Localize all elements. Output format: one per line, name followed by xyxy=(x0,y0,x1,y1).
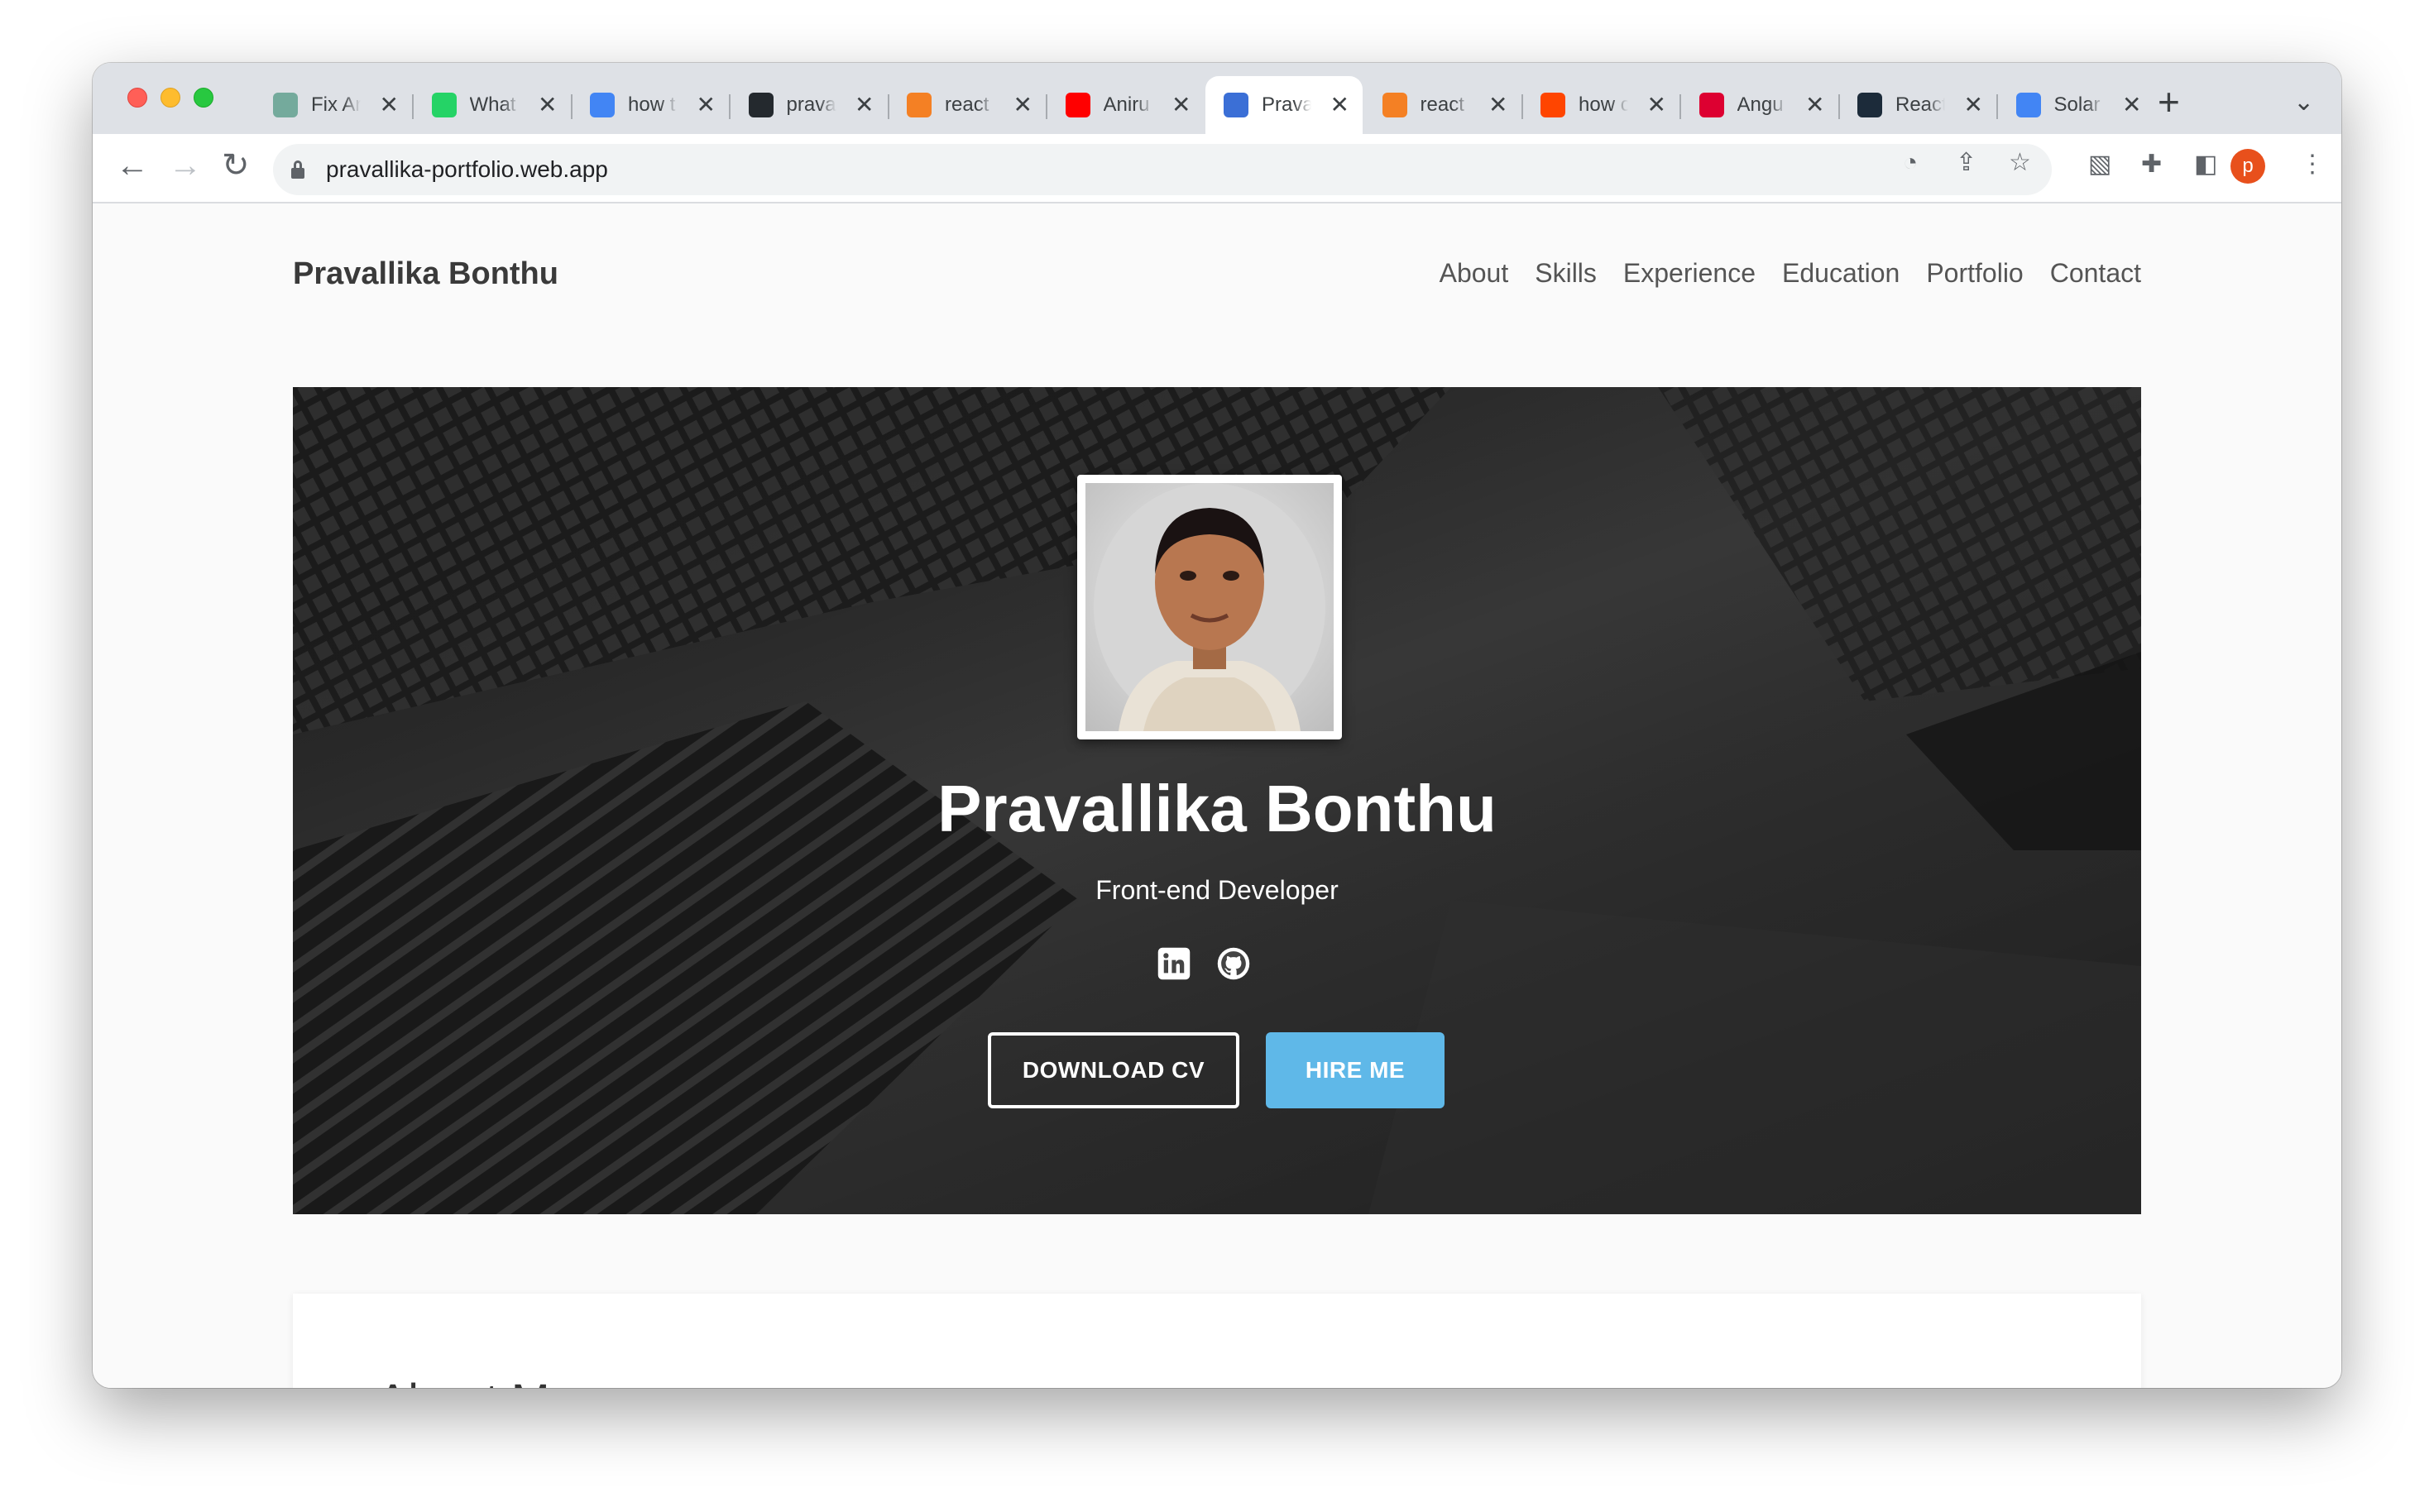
bookmark-star-icon[interactable]: ☆ xyxy=(2009,151,2031,175)
youtube-icon xyxy=(1065,93,1090,117)
about-title: About Me xyxy=(377,1373,576,1388)
tab-search-chevron-icon[interactable]: ⌄ xyxy=(2293,88,2314,117)
tab-title: Fix Ar xyxy=(311,93,361,116)
browser-tab[interactable]: Fix Ar ✕ xyxy=(255,76,412,134)
tab-title: prava xyxy=(786,93,836,116)
new-tab-button[interactable]: + xyxy=(2158,83,2180,121)
react-icon xyxy=(1857,93,1882,117)
github-icon xyxy=(748,93,774,117)
tab-title: how c xyxy=(1579,93,1628,116)
more-menu-icon[interactable]: ⋮ xyxy=(2300,152,2325,177)
chatgpt-icon xyxy=(273,93,298,117)
download-cv-button[interactable]: DOWNLOAD CV xyxy=(988,1032,1239,1108)
stackoverflow-icon xyxy=(1382,93,1407,117)
close-tab-icon[interactable]: ✕ xyxy=(1013,93,1033,117)
reload-icon[interactable]: ↻ xyxy=(222,149,250,182)
browser-toolbar: ← → ↻ pravallika-portfolio.web.app ◔ ⇪ ☆ xyxy=(93,134,2341,203)
close-tab-icon[interactable]: ✕ xyxy=(538,93,557,117)
browser-tab[interactable]: What ✕ xyxy=(414,76,571,134)
close-tab-icon[interactable]: ✕ xyxy=(1805,93,1824,117)
hero-role: Front-end Developer xyxy=(1095,875,1339,905)
nav-link-portfolio[interactable]: Portfolio xyxy=(1926,258,2023,289)
tab-strip: Fix Ar ✕ What ✕ how t ✕ prava ✕ react ✕ Aniru ✕ Prav… xyxy=(93,63,2341,134)
browser-tab[interactable]: React ✕ xyxy=(1839,76,1996,134)
browser-tab[interactable]: how c ✕ xyxy=(1522,76,1679,134)
nav-link-experience[interactable]: Experience xyxy=(1623,258,1756,289)
tab-title: What xyxy=(469,93,516,116)
extension-pen-icon[interactable]: ▧ xyxy=(2088,152,2111,177)
tab-title: Angu xyxy=(1737,93,1784,116)
share-icon[interactable]: ⇪ xyxy=(1956,151,1976,175)
forward-arrow-icon[interactable]: → xyxy=(169,149,202,182)
tab-title: how t xyxy=(628,93,676,116)
close-tab-icon[interactable]: ✕ xyxy=(1171,93,1191,117)
profile-photo-frame xyxy=(1077,475,1342,739)
nav-link-education[interactable]: Education xyxy=(1782,258,1900,289)
close-tab-icon[interactable]: ✕ xyxy=(697,93,716,117)
maximize-window-button[interactable] xyxy=(194,88,213,108)
close-tab-icon[interactable]: ✕ xyxy=(1488,93,1507,117)
address-bar[interactable]: pravallika-portfolio.web.app xyxy=(273,144,2052,195)
browser-window: Fix Ar ✕ What ✕ how t ✕ prava ✕ react ✕ Aniru ✕ Prav… xyxy=(93,63,2341,1388)
tab-title: Prava xyxy=(1262,93,1311,116)
site-nav: About Skills Experience Education Portfolio C… xyxy=(1440,258,2141,289)
hero-section: Pravallika Bonthu Front-end Developer DO… xyxy=(293,387,2141,1214)
close-window-button[interactable] xyxy=(127,88,147,108)
lock-icon[interactable] xyxy=(291,160,304,179)
tab-title: React xyxy=(1895,93,1945,116)
nav-link-contact[interactable]: Contact xyxy=(2050,258,2141,289)
browser-tab[interactable]: Angu ✕ xyxy=(1681,76,1838,134)
nav-link-skills[interactable]: Skills xyxy=(1535,258,1597,289)
linkedin-icon[interactable] xyxy=(1157,946,1191,981)
stackoverflow-icon xyxy=(907,93,932,117)
reddit-icon xyxy=(1540,93,1565,117)
url-text[interactable]: pravallika-portfolio.web.app xyxy=(326,156,608,183)
hero-name: Pravallika Bonthu xyxy=(937,772,1497,845)
browser-tab[interactable]: Aniru ✕ xyxy=(1047,76,1205,134)
docs-icon xyxy=(2015,93,2041,117)
back-arrow-icon[interactable]: ← xyxy=(116,149,149,182)
browser-tab[interactable]: Solar ✕ xyxy=(1998,76,2155,134)
browser-tab[interactable]: prava ✕ xyxy=(731,76,888,134)
browser-tab[interactable]: react ✕ xyxy=(1364,76,1521,134)
about-section: About Me xyxy=(293,1294,2141,1388)
tab-title: react xyxy=(945,93,989,116)
browser-tab[interactable]: Prava ✕ xyxy=(1205,76,1363,134)
portfolio-icon xyxy=(1224,93,1248,117)
whatsapp-icon xyxy=(431,93,457,117)
nav-link-about[interactable]: About xyxy=(1440,258,1509,289)
close-tab-icon[interactable]: ✕ xyxy=(1964,93,1983,117)
close-tab-icon[interactable]: ✕ xyxy=(855,93,874,117)
tab-title: Aniru xyxy=(1103,93,1150,116)
close-tab-icon[interactable]: ✕ xyxy=(2122,93,2141,117)
profile-avatar[interactable]: p xyxy=(2230,149,2265,184)
minimize-window-button[interactable] xyxy=(161,88,180,108)
site-brand[interactable]: Pravallika Bonthu xyxy=(293,256,558,292)
google-icon xyxy=(590,93,615,117)
angular-icon xyxy=(1699,93,1724,117)
browser-tab[interactable]: how t ✕ xyxy=(572,76,729,134)
side-panel-icon[interactable]: ◧ xyxy=(2194,152,2217,177)
browser-tab[interactable]: react ✕ xyxy=(889,76,1046,134)
social-links xyxy=(1157,946,1251,981)
web-page: Pravallika Bonthu About Skills Experience E… xyxy=(93,203,2341,1388)
close-tab-icon[interactable]: ✕ xyxy=(1330,93,1349,117)
tab-title: react xyxy=(1420,93,1464,116)
github-icon[interactable] xyxy=(1216,946,1251,981)
close-tab-icon[interactable]: ✕ xyxy=(1647,93,1666,117)
performance-gauge-icon[interactable]: ◔ xyxy=(1903,151,1918,175)
hire-me-button[interactable]: HIRE ME xyxy=(1266,1032,1445,1108)
profile-photo xyxy=(1085,483,1334,731)
extensions-puzzle-icon[interactable]: ✚ xyxy=(2141,152,2162,177)
tab-title: Solar xyxy=(2053,93,2101,116)
close-tab-icon[interactable]: ✕ xyxy=(380,93,399,117)
